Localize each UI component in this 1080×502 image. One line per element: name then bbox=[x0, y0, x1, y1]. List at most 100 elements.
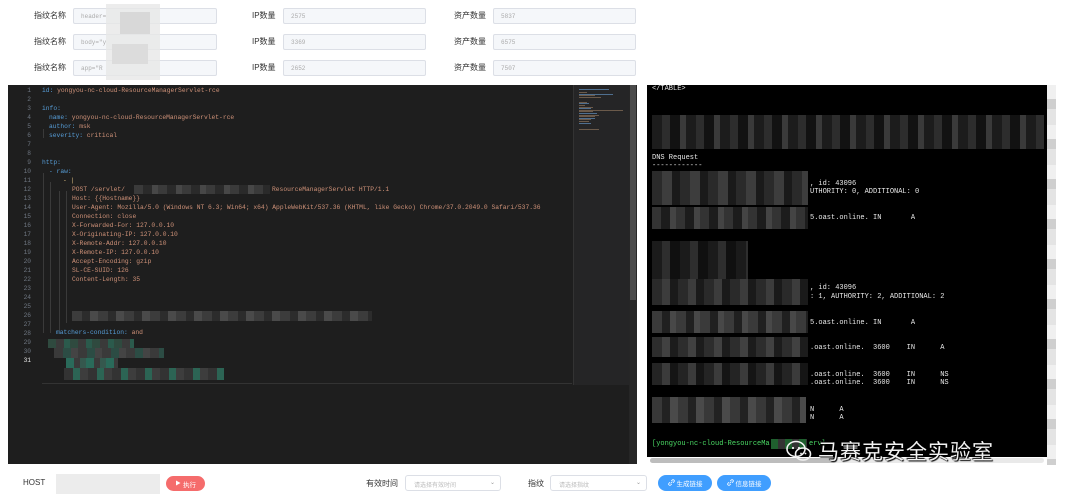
minimap-line bbox=[579, 122, 591, 124]
code-line-11: - | bbox=[63, 177, 75, 184]
filter-row-3: 指纹名称 app="R IP数量 2652 资产数量 7507 bbox=[0, 60, 1080, 78]
valid-time-select[interactable]: 请选择有效时间 ⌄ bbox=[405, 475, 501, 491]
play-icon bbox=[175, 480, 181, 488]
terminal-line: .oast.online. 3600 IN A bbox=[810, 344, 945, 352]
link-icon bbox=[667, 478, 675, 488]
terminal-output[interactable]: </TABLE> DNS Request ------------ , id: … bbox=[647, 85, 1047, 457]
code-line-9: http: bbox=[42, 159, 61, 166]
line-number: 26 bbox=[23, 312, 31, 319]
code-line-14: User-Agent: Mozilla/5.0 (Windows NT 6.3;… bbox=[72, 204, 541, 211]
filter-row-1: 指纹名称 header= IP数量 2575 资产数量 5837 bbox=[0, 8, 1080, 26]
line-number: 20 bbox=[23, 258, 31, 265]
line-number: 25 bbox=[23, 303, 31, 310]
code-line-1: id: yongyou-nc-cloud-ResourceManagerServ… bbox=[42, 87, 220, 94]
line-number: 22 bbox=[23, 276, 31, 283]
minimap-line bbox=[579, 129, 599, 130]
redaction-mosaic bbox=[120, 12, 150, 34]
asset-count-input[interactable]: 6575 bbox=[493, 34, 636, 50]
line-number: 9 bbox=[27, 159, 31, 166]
watermark: 马赛克安全实验室 bbox=[786, 436, 994, 466]
fingerprint-label: 指纹名称 bbox=[34, 37, 66, 46]
minimap-line bbox=[579, 97, 601, 98]
line-number: 30 bbox=[23, 348, 31, 355]
host-label: HOST bbox=[23, 478, 46, 487]
redaction-mosaic bbox=[652, 397, 806, 423]
code-line-13: Host: {{Hostname}} bbox=[72, 195, 141, 202]
line-number: 31 bbox=[23, 357, 31, 364]
watermark-text: 马赛克安全实验室 bbox=[818, 441, 994, 464]
line-number: 7 bbox=[27, 141, 31, 148]
redaction-mosaic bbox=[652, 171, 808, 205]
terminal-line: 5.oast.online. IN A bbox=[810, 214, 916, 222]
redaction-mosaic bbox=[652, 279, 808, 305]
fingerprint-select[interactable]: 请选择指纹 ⌄ bbox=[550, 475, 647, 491]
asset-count-input[interactable]: 5837 bbox=[493, 8, 636, 24]
fingerprint-label: 指纹名称 bbox=[34, 11, 66, 20]
redaction-mosaic bbox=[72, 311, 372, 321]
code-line-3: info: bbox=[42, 105, 61, 112]
fingerprint-label: 指纹名称 bbox=[34, 63, 66, 72]
yaml-editor[interactable]: 1 2 3 4 5 6 7 8 9 10 11 12 13 14 15 16 17 18 19 20 21 22 23 24 2… bbox=[8, 85, 637, 464]
line-number: 21 bbox=[23, 267, 31, 274]
line-number: 10 bbox=[23, 168, 31, 175]
redaction-mosaic bbox=[1047, 85, 1056, 465]
terminal-line: : 1, AUTHORITY: 2, ADDITIONAL: 2 bbox=[810, 293, 945, 301]
redaction-mosaic bbox=[64, 368, 224, 380]
link-icon bbox=[726, 478, 734, 488]
ip-count-input[interactable]: 2575 bbox=[283, 8, 426, 24]
line-number: 19 bbox=[23, 249, 31, 256]
host-input[interactable] bbox=[56, 474, 160, 494]
code-line-21: SL-CE-SUID: 126 bbox=[72, 267, 129, 274]
code-line-16: X-Forwarded-For: 127.0.0.10 bbox=[72, 222, 175, 229]
redaction-mosaic bbox=[652, 337, 808, 357]
redaction-mosaic bbox=[66, 358, 118, 368]
ip-count-label: IP数量 bbox=[252, 63, 276, 72]
code-line-26: matchers-condition: and bbox=[56, 329, 143, 336]
terminal-line: N A bbox=[810, 414, 844, 422]
ip-count-input[interactable]: 3369 bbox=[283, 34, 426, 50]
indent-guide bbox=[50, 182, 51, 333]
redaction-mosaic bbox=[48, 339, 134, 348]
terminal-line: DNS Request bbox=[652, 154, 699, 162]
ip-count-input[interactable]: 2652 bbox=[283, 60, 426, 76]
line-number: 18 bbox=[23, 240, 31, 247]
editor-scrollbar-thumb[interactable] bbox=[630, 85, 636, 300]
minimap-line bbox=[579, 89, 609, 90]
line-number: 1 bbox=[27, 87, 31, 94]
code-line-12-end: ResourceManagerServlet HTTP/1.1 bbox=[272, 186, 390, 193]
editor-minimap[interactable] bbox=[573, 85, 629, 385]
code-line-18: X-Remote-Addr: 127.0.0.10 bbox=[72, 240, 167, 247]
code-line-17: X-Originating-IP: 127.0.0.10 bbox=[72, 231, 178, 238]
editor-end-rule bbox=[42, 383, 572, 384]
indent-guide bbox=[59, 191, 60, 331]
redaction-mosaic bbox=[652, 241, 748, 279]
generate-link-button[interactable]: 生成链接 bbox=[658, 475, 712, 491]
code-line-10: - raw: bbox=[49, 168, 72, 175]
filter-row-2: 指纹名称 body="y IP数量 3369 资产数量 6575 bbox=[0, 34, 1080, 52]
line-number: 11 bbox=[23, 177, 31, 184]
generate-link-label: 生成链接 bbox=[676, 481, 703, 488]
terminal-line: , id: 43096 bbox=[810, 180, 857, 188]
run-button[interactable]: 执行 bbox=[166, 476, 205, 491]
chevron-down-icon: ⌄ bbox=[635, 480, 641, 486]
redaction-mosaic bbox=[54, 348, 164, 358]
indent-guide bbox=[43, 173, 44, 333]
line-number: 23 bbox=[23, 285, 31, 292]
code-line-6: severity: critical bbox=[49, 132, 118, 139]
line-number: 13 bbox=[23, 195, 31, 202]
terminal-line: .oast.online. 3600 IN NS bbox=[810, 379, 949, 387]
info-link-button[interactable]: 信息链接 bbox=[717, 475, 771, 491]
code-line-4: name: yongyou-nc-cloud-ResourceManagerSe… bbox=[49, 114, 235, 121]
asset-count-input[interactable]: 7507 bbox=[493, 60, 636, 76]
indent-guide bbox=[66, 191, 67, 323]
wechat-icon bbox=[786, 440, 812, 462]
line-number: 27 bbox=[23, 321, 31, 328]
fingerprint-placeholder: 请选择指纹 bbox=[559, 483, 590, 489]
asset-count-label: 资产数量 bbox=[454, 37, 486, 46]
terminal-line: , id: 43096 bbox=[810, 284, 857, 292]
code-line-15: Connection: close bbox=[72, 213, 137, 220]
redaction-mosaic bbox=[652, 207, 808, 229]
indent-guide bbox=[43, 129, 44, 138]
code-line-12: POST /servlet/ bbox=[72, 186, 125, 193]
asset-count-label: 资产数量 bbox=[454, 63, 486, 72]
